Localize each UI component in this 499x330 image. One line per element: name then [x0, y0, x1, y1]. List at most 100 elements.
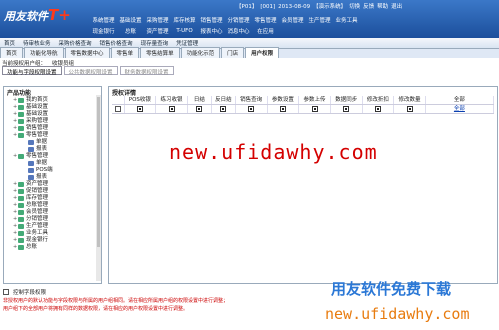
- menu-item[interactable]: 零售管理: [252, 16, 279, 24]
- permission-checkbox[interactable]: [248, 105, 255, 112]
- authorization-grid: POS收银 练习收银 日结 反日结 销售查询 参数设置 参数上传 数据同步 修改折扣 修改数量 全部…: [112, 96, 494, 114]
- tree-node[interactable]: + 会员管理: [8, 209, 53, 216]
- menu-item[interactable]: 消息中心: [225, 27, 252, 35]
- permission-checkbox[interactable]: [279, 105, 286, 112]
- grid-cell: [188, 105, 212, 113]
- tree-node[interactable]: 报表: [8, 146, 53, 153]
- folder-icon: [18, 98, 24, 103]
- subtab-item[interactable]: 财务数据权限设置: [119, 66, 174, 76]
- menu-item[interactable]: T-UFO: [171, 28, 198, 34]
- tree-node[interactable]: + 基础设置: [8, 111, 53, 118]
- tab-item[interactable]: 零售结算单: [140, 47, 180, 58]
- menu-item[interactable]: 基础设置: [117, 16, 144, 24]
- status-item[interactable]: 帮助: [377, 4, 388, 10]
- tab-item[interactable]: 用户权限: [245, 47, 280, 58]
- subtab-item[interactable]: 公共数据权限设置: [63, 66, 118, 76]
- permission-checkbox[interactable]: [220, 105, 227, 112]
- tree-node[interactable]: + 资产管理: [8, 181, 53, 188]
- tab-item[interactable]: 功能化示范: [180, 47, 221, 58]
- left-scrollbar[interactable]: [96, 95, 101, 281]
- product-function-panel: 产品功能 + 我的首页 + 基础设置 + 基础设置 + 采购管理 + 销售管理 + 零售管理 单据 报表 +…: [3, 86, 102, 284]
- menu-item[interactable]: 资产管理: [144, 27, 171, 35]
- column-header: 修改数量: [394, 96, 426, 104]
- tree-node[interactable]: + 生产管理: [8, 223, 53, 230]
- folder-icon: [18, 189, 24, 194]
- quick-link[interactable]: 现存量查询: [137, 39, 173, 47]
- menu-item[interactable]: 总账: [117, 27, 144, 35]
- column-header: 反日结: [212, 96, 236, 104]
- menu-item[interactable]: 现金银行: [90, 27, 117, 35]
- folder-icon: [18, 210, 24, 215]
- watermark-text: new.ufidawhy.com: [169, 140, 378, 164]
- grid-header: POS收银 练习收银 日结 反日结 销售查询 参数设置 参数上传 数据同步 修改折扣 修改数量 全部: [112, 96, 494, 105]
- menu-item[interactable]: 销售管理: [198, 16, 225, 24]
- menu-item[interactable]: 业务工具: [333, 16, 360, 24]
- quick-link[interactable]: 首页: [0, 39, 19, 47]
- column-header: 全部: [426, 96, 494, 104]
- tab-item[interactable]: 零售单: [110, 47, 140, 58]
- grid-cell: [236, 105, 268, 113]
- menu-item[interactable]: 分销管理: [225, 16, 252, 24]
- tab-item[interactable]: 零售数据中心: [64, 47, 110, 58]
- tree-node-label: 零售管理: [26, 132, 49, 138]
- permission-checkbox[interactable]: [343, 105, 350, 112]
- tree-node[interactable]: + 促销管理: [8, 188, 53, 195]
- main-menu: 系统管理 基础设置 采购管理 库存核算 销售管理 分销管理 零售管理 会员管理 生产管理 业务工具…: [90, 14, 495, 36]
- folder-icon: [18, 126, 24, 131]
- quick-link[interactable]: 采购价格查询: [55, 39, 96, 47]
- menu-item[interactable]: 生产管理: [306, 16, 333, 24]
- tree-node[interactable]: POS端: [8, 167, 53, 174]
- tree-node-label: 分销管理: [26, 216, 49, 222]
- quick-link[interactable]: 销售价格查询: [96, 39, 137, 47]
- control-field-checkbox[interactable]: [3, 289, 9, 295]
- tree-node[interactable]: + 总账管理: [8, 202, 53, 209]
- permission-checkbox[interactable]: [114, 105, 121, 112]
- tab-item[interactable]: 功能化导航: [24, 47, 64, 58]
- select-all-link[interactable]: 全部: [426, 105, 494, 113]
- permission-checkbox[interactable]: [311, 105, 318, 112]
- tree-node[interactable]: + 零售管理: [8, 132, 53, 139]
- tree-node-label: 现金银行: [26, 237, 49, 243]
- quick-link[interactable]: 待审核业务: [19, 39, 55, 47]
- menu-item[interactable]: 系统管理: [90, 16, 117, 24]
- permission-checkbox[interactable]: [196, 105, 203, 112]
- tree-node[interactable]: + 总账: [8, 244, 53, 251]
- permission-checkbox[interactable]: [168, 105, 175, 112]
- menu-item[interactable]: 采购管理: [144, 16, 171, 24]
- menu-item[interactable]: 报表中心: [198, 27, 225, 35]
- tab-item[interactable]: 门店: [221, 47, 245, 58]
- tree-node[interactable]: + 现金银行: [8, 237, 53, 244]
- tree-node[interactable]: + 零售管理: [8, 153, 53, 160]
- status-item[interactable]: 退出: [391, 4, 402, 10]
- permission-checkbox[interactable]: [406, 105, 413, 112]
- tree-node-label: 基础设置: [26, 111, 49, 117]
- status-item: 【P01】: [236, 4, 258, 10]
- tree-node[interactable]: + 我的首页: [8, 97, 53, 104]
- menu-item[interactable]: 在应用: [252, 27, 279, 35]
- tree-node[interactable]: + 销售管理: [8, 125, 53, 132]
- status-item[interactable]: 反馈: [363, 4, 374, 10]
- permission-checkbox[interactable]: [374, 105, 381, 112]
- brand-watermark-text: 用友软件免费下载: [331, 280, 452, 298]
- tree-node[interactable]: 单据: [8, 139, 53, 146]
- tree-node[interactable]: 报表: [8, 174, 53, 181]
- menu-item[interactable]: 会员管理: [279, 16, 306, 24]
- tab-item[interactable]: 首页: [0, 47, 24, 58]
- column-header: 销售查询: [236, 96, 268, 104]
- document-icon: [28, 161, 34, 166]
- tree-node[interactable]: + 分销管理: [8, 216, 53, 223]
- tree-node[interactable]: + 基础设置: [8, 104, 53, 111]
- permission-checkbox[interactable]: [136, 105, 143, 112]
- subtab-item[interactable]: 功能与字段权限设置: [2, 66, 62, 76]
- menu-item[interactable]: 库存核算: [171, 16, 198, 24]
- grid-cell: [331, 105, 363, 113]
- tree-node[interactable]: + 采购管理: [8, 118, 53, 125]
- tree-node[interactable]: + 业务工具: [8, 230, 53, 237]
- tree-node-label: 业务工具: [26, 230, 49, 236]
- tree-node-label: 报表: [36, 174, 48, 180]
- quick-link[interactable]: 凭证管理: [172, 39, 202, 47]
- document-icon: [28, 147, 34, 152]
- status-item[interactable]: 切换: [349, 4, 360, 10]
- tree-node[interactable]: 单据: [8, 160, 53, 167]
- tree-node[interactable]: + 库存管理: [8, 195, 53, 202]
